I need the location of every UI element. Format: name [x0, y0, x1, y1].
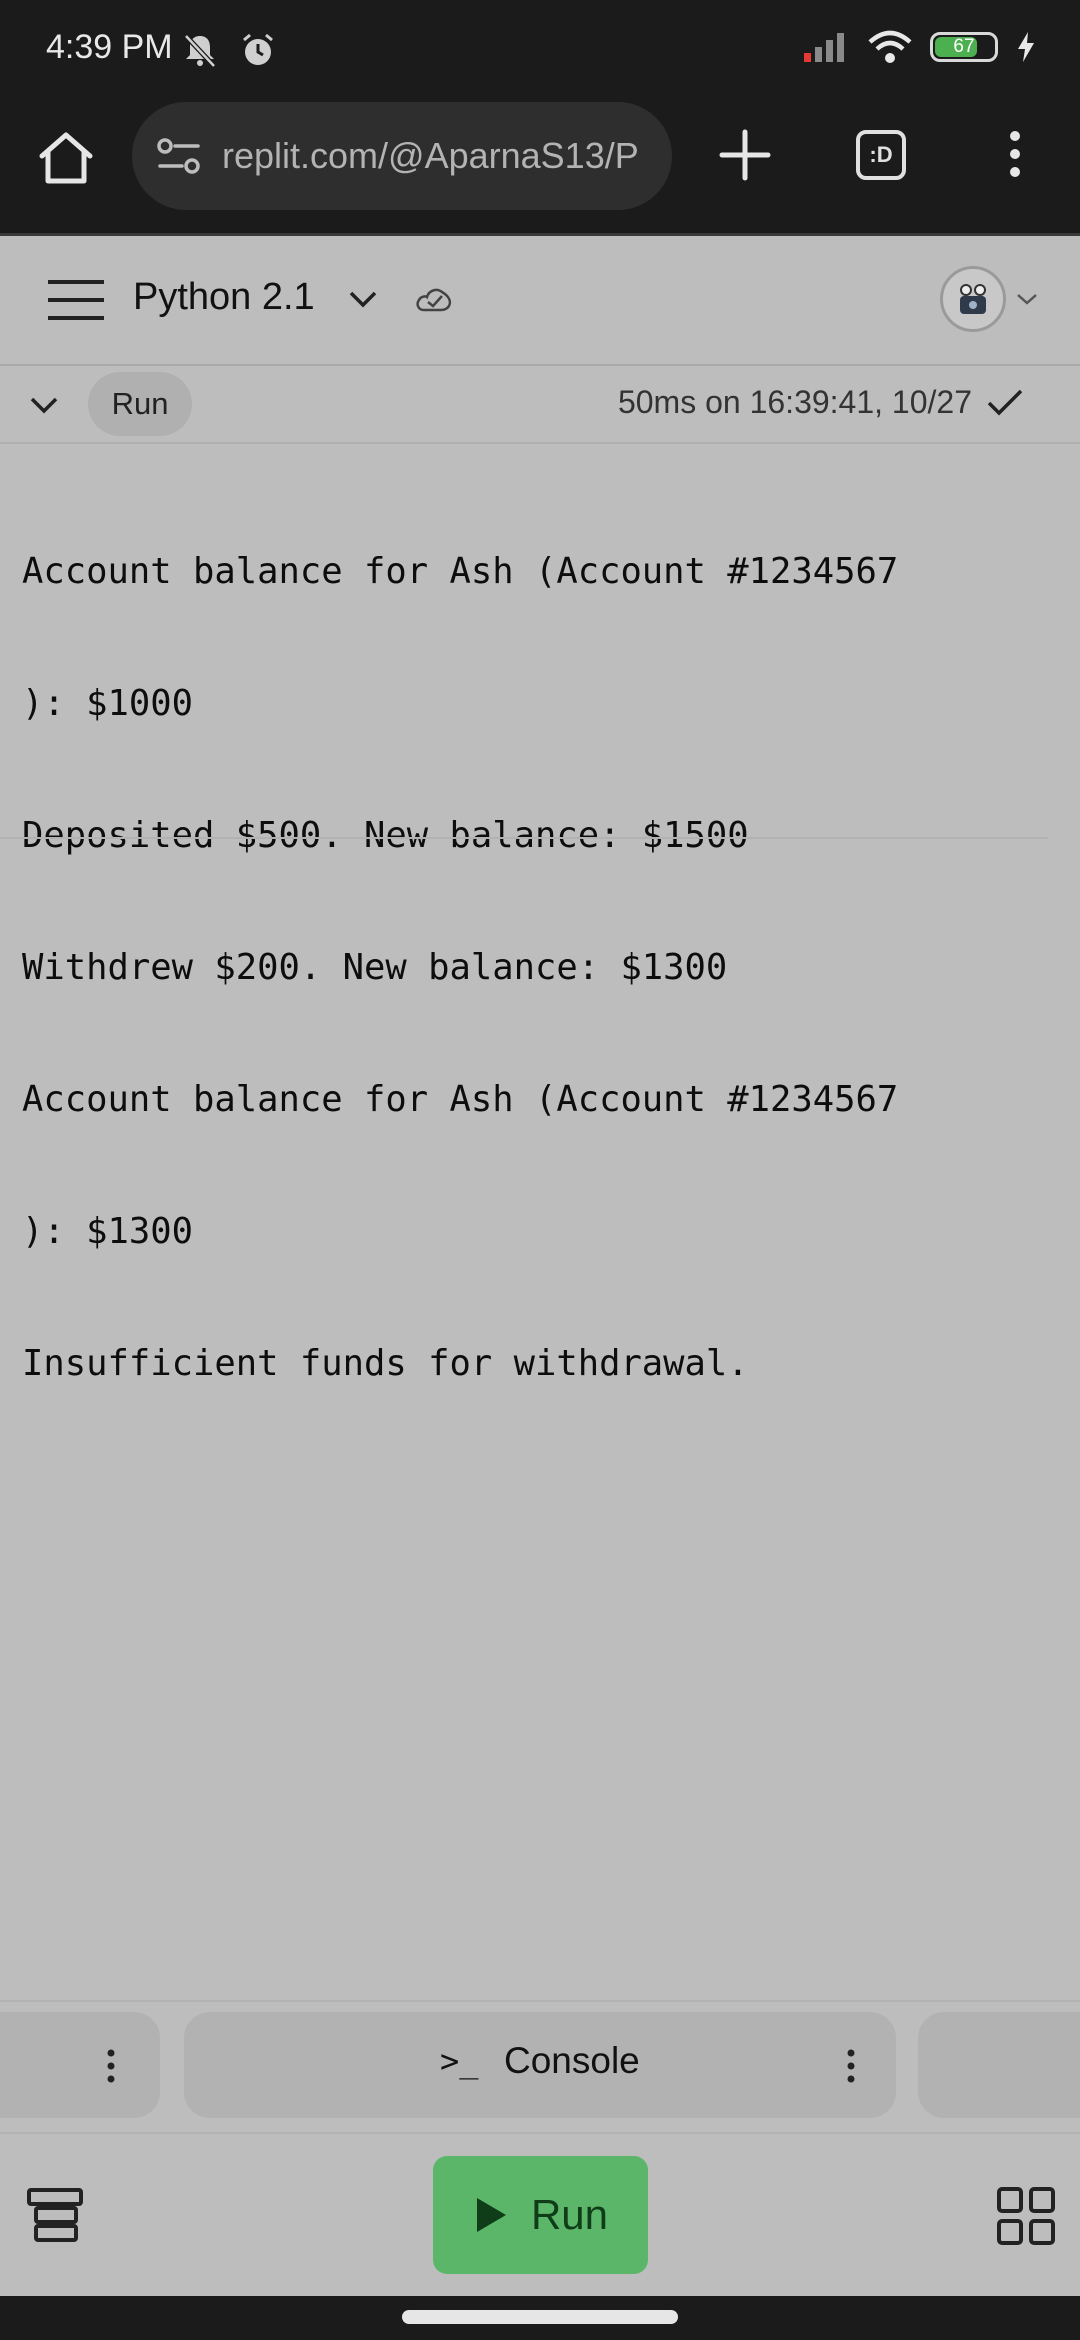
- repl-header: Python 2.1: [0, 236, 1080, 366]
- output-line: Withdrew $200. New balance: $1300: [22, 947, 728, 988]
- mute-bell-icon: [184, 34, 216, 68]
- output-line: Insufficient funds for withdrawal.: [22, 1343, 749, 1384]
- browser-menu-icon[interactable]: [1000, 124, 1030, 184]
- tab-switcher-button[interactable]: :D: [856, 130, 906, 180]
- output-line: ): $1000: [22, 683, 193, 724]
- play-icon: [476, 2198, 506, 2232]
- pane-options-icon[interactable]: [104, 2048, 118, 2084]
- wifi-icon: [868, 30, 912, 63]
- home-icon[interactable]: [36, 128, 96, 188]
- navigation-bar: [0, 2296, 1080, 2340]
- browser-toolbar: replit.com/@AparnaS13/P :D: [0, 98, 1080, 236]
- cloud-saved-icon: [416, 288, 452, 312]
- run-button-label: Run: [530, 2191, 609, 2238]
- run-badge[interactable]: Run: [88, 372, 192, 436]
- status-bar: 4:39 PM 67: [0, 0, 1080, 98]
- run-info-row: Run 50ms on 16:39:41, 10/27: [0, 366, 1080, 444]
- toolbar-divider: [0, 2132, 1080, 2134]
- site-settings-icon[interactable]: [156, 136, 202, 176]
- grid-icon[interactable]: [996, 2186, 1056, 2246]
- chevron-down-icon[interactable]: [348, 286, 378, 312]
- status-time: 4:39 PM: [46, 28, 173, 66]
- output-line: Account balance for Ash (Account #123456…: [22, 551, 899, 592]
- avatar[interactable]: [940, 266, 1006, 332]
- output-divider: [0, 837, 1048, 839]
- avatar-chevron-icon[interactable]: [1016, 290, 1038, 308]
- pane-tab-right[interactable]: [918, 2012, 1080, 2118]
- console-options-icon[interactable]: [844, 2048, 858, 2084]
- battery-percent: 67: [953, 36, 975, 57]
- new-tab-icon[interactable]: [714, 124, 776, 186]
- collapse-chevron-icon[interactable]: [28, 392, 60, 418]
- output-line: ): $1300: [22, 1211, 193, 1252]
- output-line: Deposited $500. New balance: $1500: [22, 815, 749, 856]
- console-prompt-icon: >_: [440, 2042, 479, 2080]
- pane-tab-left[interactable]: [0, 2012, 160, 2118]
- repl-title[interactable]: Python 2.1: [133, 276, 315, 319]
- tab-switcher-label: :D: [869, 142, 893, 167]
- status-left-icons: [180, 30, 278, 70]
- checkmark-icon: [987, 389, 1023, 416]
- alarm-icon: [243, 33, 273, 65]
- avatar-image-icon: [960, 284, 986, 314]
- battery-icon: 67: [930, 32, 998, 62]
- output-line: Account balance for Ash (Account #123456…: [22, 1079, 899, 1120]
- pane-divider: [0, 2000, 1080, 2002]
- console-output: Account balance for Ash (Account #123456…: [22, 462, 1052, 1430]
- signal-icon: [804, 33, 844, 62]
- layers-icon[interactable]: [26, 2186, 84, 2244]
- status-right-icons: 67: [802, 30, 1036, 64]
- run-button[interactable]: Run: [433, 2156, 648, 2274]
- console-tab-label: Console: [504, 2040, 640, 2081]
- url-text: replit.com/@AparnaS13/P: [222, 135, 639, 176]
- address-bar[interactable]: replit.com/@AparnaS13/P: [132, 102, 672, 210]
- pane-tab-console[interactable]: >_ Console: [184, 2012, 896, 2118]
- run-badge-label: Run: [111, 386, 169, 421]
- hamburger-menu-icon[interactable]: [46, 278, 106, 322]
- charging-icon: [1018, 32, 1034, 62]
- run-timestamp: 50ms on 16:39:41, 10/27: [617, 384, 972, 420]
- gesture-handle[interactable]: [402, 2310, 678, 2324]
